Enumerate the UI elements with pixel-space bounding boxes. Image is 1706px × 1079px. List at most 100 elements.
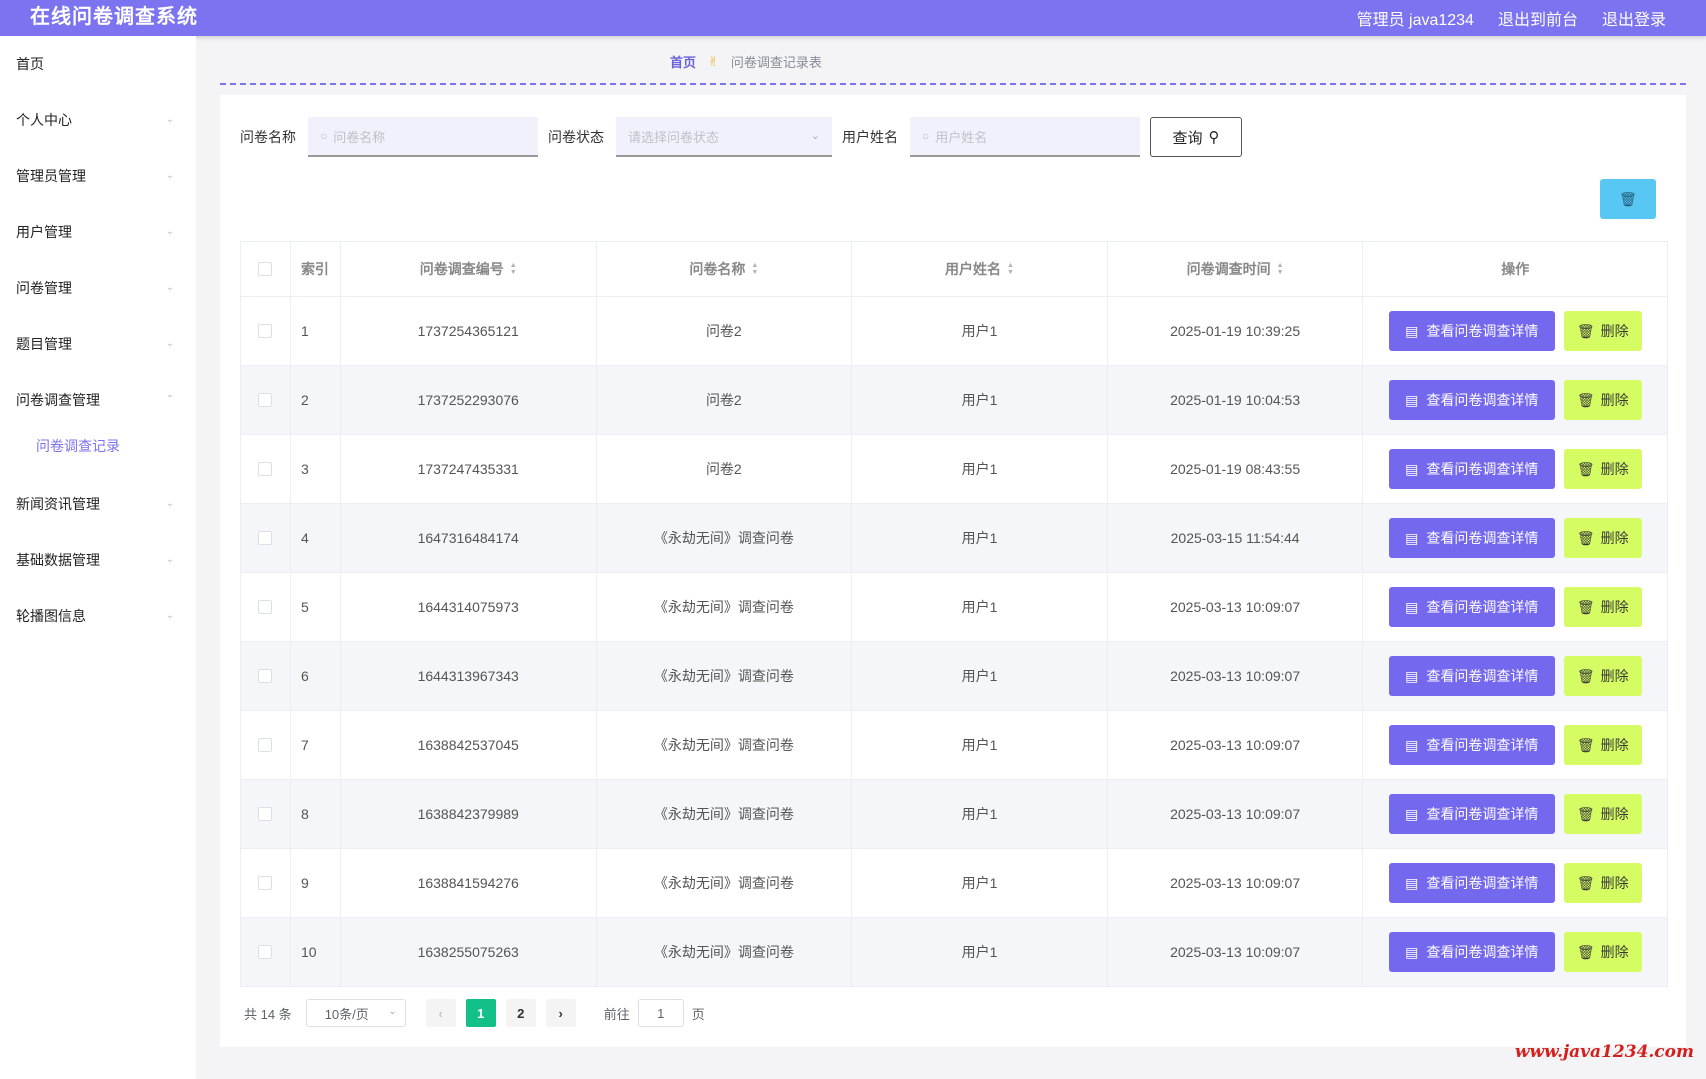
cell-index: 1 bbox=[291, 297, 341, 365]
view-details-button[interactable]: ▤ 查看问卷调查详情 bbox=[1388, 863, 1555, 903]
cell-code: 1737254365121 bbox=[341, 297, 597, 365]
delete-button[interactable]: 🗑 删除 bbox=[1563, 794, 1642, 834]
delete-button[interactable]: 🗑 删除 bbox=[1563, 725, 1642, 765]
view-details-button[interactable]: ▤ 查看问卷调查详情 bbox=[1388, 932, 1555, 972]
breadcrumb-home[interactable]: 首页 bbox=[670, 52, 696, 71]
select-all-checkbox[interactable] bbox=[258, 262, 273, 276]
view-details-label: 查看问卷调查详情 bbox=[1426, 323, 1539, 339]
sort-icon[interactable]: ▲ ▼ bbox=[1007, 262, 1014, 276]
cell-user: 用户1 bbox=[852, 366, 1108, 434]
row-checkbox[interactable] bbox=[258, 807, 273, 821]
view-details-button[interactable]: ▤ 查看问卷调查详情 bbox=[1388, 311, 1555, 351]
query-button[interactable]: 查询 ⚲ bbox=[1150, 117, 1242, 157]
row-checkbox[interactable] bbox=[258, 876, 273, 890]
delete-button[interactable]: 🗑 删除 bbox=[1563, 380, 1642, 420]
prev-page-button[interactable]: ‹ bbox=[425, 999, 456, 1027]
page-size-select[interactable]: 10条/页 ⌄ bbox=[305, 999, 406, 1027]
user-name-input[interactable]: ○ 用户姓名 bbox=[910, 117, 1140, 157]
row-checkbox[interactable] bbox=[258, 531, 273, 545]
sidebar-item-question-management[interactable]: 题目管理 ⌄ bbox=[0, 316, 196, 372]
cell-code: 1638841594276 bbox=[341, 849, 597, 917]
sidebar-item-personal-center[interactable]: 个人中心 ⌄ bbox=[0, 92, 196, 148]
view-details-button[interactable]: ▤ 查看问卷调查详情 bbox=[1388, 380, 1555, 420]
sidebar-item-carousel-info[interactable]: 轮播图信息 ⌄ bbox=[0, 588, 196, 644]
view-details-button[interactable]: ▤ 查看问卷调查详情 bbox=[1388, 518, 1555, 558]
delete-button[interactable]: 🗑 删除 bbox=[1563, 863, 1642, 903]
goto-page-input[interactable]: 1 bbox=[637, 999, 684, 1027]
cell-code: 1737247435331 bbox=[341, 435, 597, 503]
bulk-delete-button[interactable]: 🗑 bbox=[1600, 179, 1656, 219]
sidebar-item-home[interactable]: 首页 bbox=[0, 36, 196, 92]
view-details-label: 查看问卷调查详情 bbox=[1426, 944, 1539, 960]
cell-code: 1638842379989 bbox=[341, 780, 597, 848]
cell-time: 2025-03-13 10:09:07 bbox=[1108, 642, 1364, 710]
chevron-down-icon: ⌄ bbox=[165, 282, 174, 293]
delete-button[interactable]: 🗑 删除 bbox=[1563, 587, 1642, 627]
cell-code: 1644314075973 bbox=[341, 573, 597, 641]
pagination-total: 共 14 条 bbox=[244, 1006, 292, 1022]
cell-user: 用户1 bbox=[852, 711, 1108, 779]
sidebar-subitem-survey-records[interactable]: 问卷调查记录 bbox=[0, 428, 196, 476]
delete-button[interactable]: 🗑 删除 bbox=[1563, 656, 1642, 696]
questionnaire-status-select[interactable]: 请选择问卷状态 ⌄ bbox=[616, 117, 832, 157]
header-user[interactable]: 用户姓名 ▲ ▼ bbox=[852, 242, 1108, 296]
delete-label: 删除 bbox=[1600, 599, 1629, 615]
header-name-label: 问卷名称 bbox=[689, 261, 746, 277]
cell-ops: ▤ 查看问卷调查详情 🗑 删除 bbox=[1363, 435, 1667, 503]
delete-button[interactable]: 🗑 删除 bbox=[1563, 932, 1642, 972]
goto-prefix: 前往 bbox=[603, 1006, 630, 1022]
sidebar-item-survey-management[interactable]: 问卷调查管理 ⌃ bbox=[0, 372, 196, 428]
view-details-button[interactable]: ▤ 查看问卷调查详情 bbox=[1388, 449, 1555, 489]
header-code[interactable]: 问卷调查编号 ▲ ▼ bbox=[341, 242, 597, 296]
row-checkbox[interactable] bbox=[258, 393, 273, 407]
header-time-label: 问卷调查时间 bbox=[1186, 261, 1271, 277]
sort-icon[interactable]: ▲ ▼ bbox=[1277, 262, 1284, 276]
admin-user-label[interactable]: 管理员 java1234 bbox=[1357, 6, 1474, 30]
table-row: 10 1638255075263 《永劫无间》调查问卷 用户1 2025-03-13 1… bbox=[241, 917, 1667, 986]
document-icon: ▤ bbox=[1405, 943, 1419, 960]
next-page-button[interactable]: › bbox=[545, 999, 576, 1027]
row-checkbox[interactable] bbox=[258, 669, 273, 683]
row-checkbox[interactable] bbox=[258, 324, 273, 338]
cell-index: 7 bbox=[291, 711, 341, 779]
delete-button[interactable]: 🗑 删除 bbox=[1563, 449, 1642, 489]
cell-code: 1647316484174 bbox=[341, 504, 597, 572]
cell-code: 1638842537045 bbox=[341, 711, 597, 779]
questionnaire-status-placeholder: 请选择问卷状态 bbox=[628, 129, 720, 145]
header-time[interactable]: 问卷调查时间 ▲ ▼ bbox=[1108, 242, 1364, 296]
page-button[interactable]: 2 bbox=[505, 999, 536, 1027]
row-checkbox[interactable] bbox=[258, 945, 273, 959]
document-icon: ▤ bbox=[1405, 805, 1419, 822]
view-details-button[interactable]: ▤ 查看问卷调查详情 bbox=[1388, 587, 1555, 627]
view-details-button[interactable]: ▤ 查看问卷调查详情 bbox=[1388, 794, 1555, 834]
sort-icon[interactable]: ▲ ▼ bbox=[751, 262, 758, 276]
document-icon: ▤ bbox=[1405, 736, 1419, 753]
sidebar-item-admin-management[interactable]: 管理员管理 ⌄ bbox=[0, 148, 196, 204]
view-details-button[interactable]: ▤ 查看问卷调查详情 bbox=[1388, 656, 1555, 696]
sort-icon[interactable]: ▲ ▼ bbox=[510, 262, 517, 276]
questionnaire-name-input[interactable]: ○ 问卷名称 bbox=[308, 117, 538, 157]
row-checkbox[interactable] bbox=[258, 462, 273, 476]
sidebar-item-basic-data-management[interactable]: 基础数据管理 ⌄ bbox=[0, 532, 196, 588]
delete-button[interactable]: 🗑 删除 bbox=[1563, 311, 1642, 351]
sidebar-item-news-management[interactable]: 新闻资讯管理 ⌄ bbox=[0, 476, 196, 532]
logout-link[interactable]: 退出登录 bbox=[1602, 6, 1666, 30]
cell-time: 2025-03-13 10:09:07 bbox=[1108, 780, 1364, 848]
view-details-button[interactable]: ▤ 查看问卷调查详情 bbox=[1388, 725, 1555, 765]
sidebar-item-label: 问卷调查管理 bbox=[16, 392, 100, 408]
header-index: 索引 bbox=[291, 242, 341, 296]
trash-icon: 🗑 bbox=[1576, 805, 1595, 822]
chevron-left-icon: ‹ bbox=[438, 1005, 443, 1021]
delete-button[interactable]: 🗑 删除 bbox=[1563, 518, 1642, 558]
exit-to-front-link[interactable]: 退出到前台 bbox=[1498, 6, 1578, 30]
sidebar-item-user-management[interactable]: 用户管理 ⌄ bbox=[0, 204, 196, 260]
row-checkbox[interactable] bbox=[258, 600, 273, 614]
header-checkbox-cell bbox=[241, 242, 291, 296]
page-button[interactable]: 1 bbox=[465, 999, 496, 1027]
row-checkbox-cell bbox=[241, 573, 291, 641]
document-icon: ▤ bbox=[1405, 874, 1419, 891]
row-checkbox[interactable] bbox=[258, 738, 273, 752]
sidebar-item-questionnaire-management[interactable]: 问卷管理 ⌄ bbox=[0, 260, 196, 316]
chevron-down-icon: ⌄ bbox=[165, 610, 174, 621]
header-name[interactable]: 问卷名称 ▲ ▼ bbox=[597, 242, 853, 296]
